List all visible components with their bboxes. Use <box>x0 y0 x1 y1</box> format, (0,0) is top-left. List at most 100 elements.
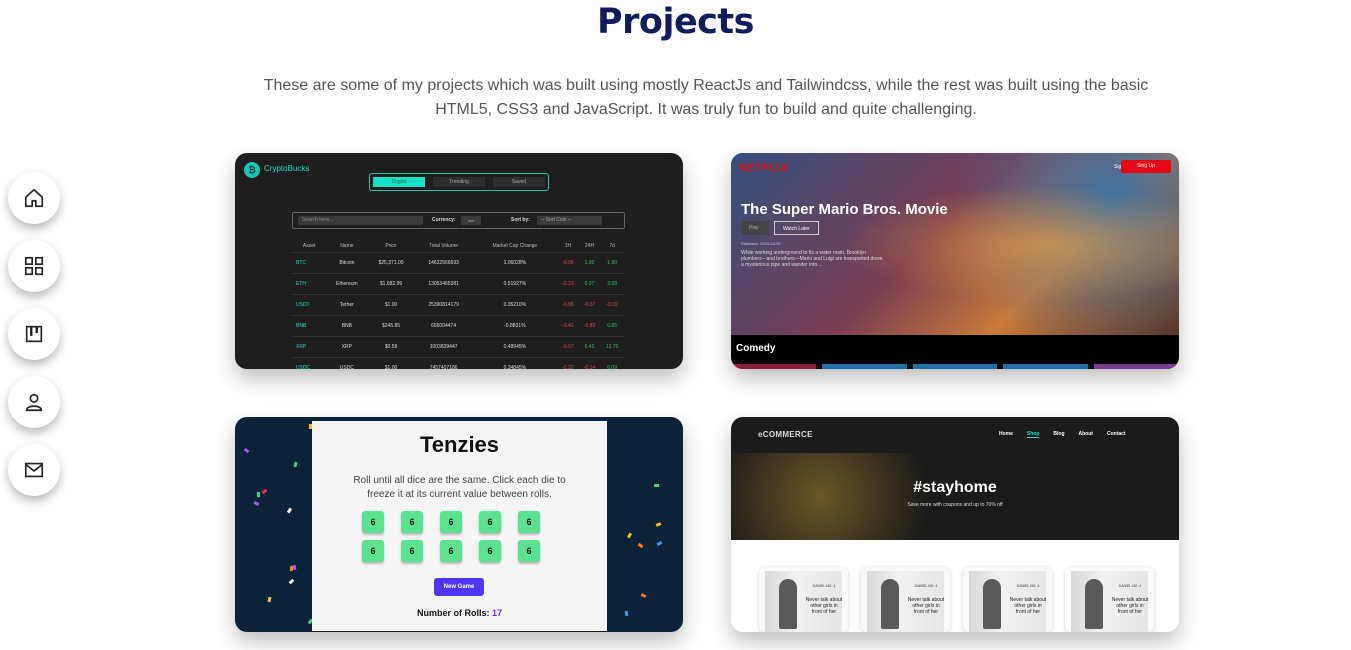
confetti-piece <box>655 522 662 527</box>
table-cell: 0.37 <box>578 273 601 295</box>
movie-thumbnail[interactable] <box>821 364 907 369</box>
confetti-piece <box>624 610 629 617</box>
user-icon <box>25 393 43 412</box>
sign-up-button[interactable]: Sing Up <box>1121 160 1171 173</box>
nav-about-button[interactable] <box>8 376 60 428</box>
table-cell: -0.8831% <box>472 315 558 337</box>
nav-projects-button[interactable] <box>8 240 60 292</box>
game-instructions: Roll until all dice are the same. Click … <box>353 475 566 500</box>
movie-thumbnail[interactable] <box>1094 364 1179 369</box>
movie-description: While working underground to fix a water… <box>741 250 883 268</box>
table-row[interactable]: XRP XRP $0.59 1003839447 0.48945% -0.67 0.42 13… <box>292 336 624 358</box>
home-icon <box>24 188 44 208</box>
product-card[interactable]: DANIEL NO. 4 Never talk about other girls… <box>1065 567 1154 632</box>
project-card-tenzies[interactable]: Tenzies Roll until all dice are the same… <box>235 417 683 632</box>
movie-thumbnails <box>731 364 1179 369</box>
die[interactable]: 6 <box>440 511 462 533</box>
die[interactable]: 6 <box>479 540 501 562</box>
store-hero: #stayhome Save more with coupons and up … <box>731 453 1179 540</box>
product-card[interactable]: DANIEL NO. 4 Never talk about other girls… <box>759 567 848 632</box>
product-figure <box>881 579 899 629</box>
table-row[interactable]: BNB BNB $245.85 666004474 -0.8831% -3.41 -0.83… <box>292 315 624 337</box>
die[interactable]: 6 <box>479 511 501 533</box>
project-card-ecommerce[interactable]: eCOMMERCE Home Shop Blog About Contact #… <box>731 417 1179 632</box>
table-cell: 1.06028% <box>472 252 558 274</box>
column-header: 1H <box>557 240 579 253</box>
store-logo: eCOMMERCE <box>758 430 813 439</box>
menu-contact[interactable]: Contact <box>1107 431 1126 438</box>
column-header: Asset <box>292 240 327 253</box>
die[interactable]: 6 <box>401 511 423 533</box>
currency-input[interactable]: usd <box>461 216 481 225</box>
table-row[interactable]: USDC USDC $1.00 7457407186 0.34845% -2.22 -0.1… <box>292 357 624 369</box>
table-cell: 14632566693 <box>414 252 473 274</box>
table-cell: 0.35210% <box>472 294 558 316</box>
table-row[interactable]: BTC Bitcoin $25,371.00 14632566693 1.06028% -… <box>292 252 624 274</box>
new-game-button[interactable]: New Game <box>434 578 484 596</box>
coins-table: Asset Name Price Total Volume Market Cap… <box>292 240 624 369</box>
die[interactable]: 6 <box>518 540 540 562</box>
search-input[interactable]: Search here... <box>298 216 423 225</box>
die[interactable]: 6 <box>401 540 423 562</box>
confetti-piece <box>253 501 260 506</box>
menu-home[interactable]: Home <box>999 431 1013 438</box>
product-figure <box>1085 579 1103 629</box>
sort-select[interactable]: -- Sort Coin -- <box>537 216 602 225</box>
nav-board-button[interactable] <box>8 308 60 360</box>
table-cell: BNB <box>292 315 327 337</box>
store-navbar: eCOMMERCE Home Shop Blog About Contact <box>731 417 1179 453</box>
product-card[interactable]: DANIEL NO. 4 Never talk about other girls… <box>963 567 1052 632</box>
die[interactable]: 6 <box>362 511 384 533</box>
column-header: Total Volume <box>414 240 473 253</box>
product-image: DANIEL NO. 4 Never talk about other girls… <box>1071 571 1148 632</box>
table-cell: 0.34845% <box>472 357 558 369</box>
nav-home-button[interactable] <box>8 172 60 224</box>
confetti-piece <box>656 540 663 547</box>
dice-grid: 6 6 6 6 6 6 6 6 6 6 <box>362 511 557 562</box>
table-row[interactable]: ETH Ethereum $1,682.99 13053465381 0.51927% -… <box>292 273 624 295</box>
table-row[interactable]: USDT Tether $1.00 25390814179 0.35210% -0.06-… <box>292 294 624 316</box>
table-cell: -2.22 <box>557 357 579 369</box>
hero-title: #stayhome <box>913 479 997 496</box>
rolls-value: 17 <box>492 608 503 618</box>
sort-label: Sort by: <box>511 217 530 223</box>
tab-saved[interactable]: Saved <box>493 177 545 187</box>
project-card-cryptobucks[interactable]: ₿ CryptoBucks Crypto Trending Saved Sear… <box>235 153 683 369</box>
menu-shop[interactable]: Shop <box>1026 431 1040 438</box>
project-card-netflix[interactable]: NETFLIX Sign In Sing Up The Super Mario … <box>731 153 1179 369</box>
hero-subtitle: Save more with coupons and up to 70% off <box>907 502 1003 508</box>
confetti-piece <box>267 596 272 603</box>
product-caption: DANIEL NO. 4 <box>1118 584 1142 588</box>
column-header: Name <box>326 240 368 253</box>
die[interactable]: 6 <box>362 540 384 562</box>
table-cell: 1003839447 <box>414 336 473 358</box>
board-icon <box>25 325 43 343</box>
product-caption: DANIEL NO. 4 <box>914 584 938 588</box>
mail-icon <box>24 462 44 478</box>
confetti-piece <box>243 447 250 454</box>
movie-thumbnail[interactable] <box>731 364 816 369</box>
die[interactable]: 6 <box>518 511 540 533</box>
game-title: Tenzies <box>419 432 500 457</box>
tab-trending[interactable]: Trending <box>433 177 485 187</box>
product-card[interactable]: DANIEL NO. 4 Never talk about other girls… <box>861 567 950 632</box>
menu-blog[interactable]: Blog <box>1053 431 1064 438</box>
rolls-counter: Number of Rolls: 17 <box>312 608 607 618</box>
table-cell: USDC <box>326 357 368 369</box>
menu-about[interactable]: About <box>1079 431 1093 438</box>
table-cell: -0.02 <box>600 294 624 316</box>
nav-contact-button[interactable] <box>8 444 60 496</box>
movie-thumbnail[interactable] <box>1003 364 1089 369</box>
watch-later-button[interactable]: Watch Later <box>774 221 819 235</box>
confetti-piece <box>640 593 647 598</box>
tab-crypto[interactable]: Crypto <box>373 177 425 187</box>
movie-thumbnail[interactable] <box>912 364 998 369</box>
table-cell: -3.41 <box>557 315 579 337</box>
table-cell: -0.06 <box>557 294 579 316</box>
play-button[interactable]: Play <box>741 221 769 235</box>
table-cell: Tether <box>326 294 368 316</box>
product-image: DANIEL NO. 4 Never talk about other girls… <box>867 571 944 632</box>
die[interactable]: 6 <box>440 540 462 562</box>
table-cell: BNB <box>326 315 368 337</box>
confetti-piece <box>256 491 261 498</box>
